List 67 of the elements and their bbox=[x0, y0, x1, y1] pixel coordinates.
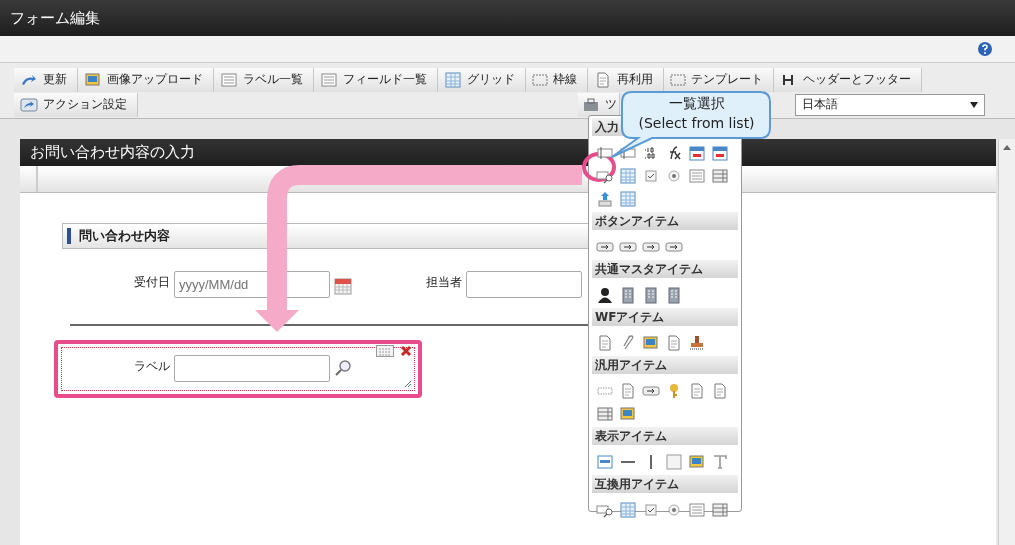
item-icon bbox=[595, 404, 614, 423]
toolbar-tab[interactable]: ラベル一覧 bbox=[214, 67, 314, 92]
input-field[interactable] bbox=[174, 355, 330, 382]
palette-group-title: WFアイテム bbox=[595, 308, 665, 326]
tool-icon bbox=[84, 70, 102, 89]
item-icon bbox=[668, 382, 679, 399]
toolbar-tab[interactable]: 画像アップロード bbox=[78, 67, 214, 92]
toolbar-tab[interactable]: ツ bbox=[578, 92, 620, 117]
toolbar-tab[interactable]: フィールド一覧 bbox=[314, 67, 438, 92]
help-icon[interactable] bbox=[977, 41, 993, 57]
item-icon bbox=[595, 189, 614, 208]
scrollbar[interactable] bbox=[998, 139, 1015, 545]
item-icon bbox=[618, 166, 637, 185]
scroll-up-icon[interactable] bbox=[1003, 145, 1011, 150]
toolbar-tab[interactable]: 再利用 bbox=[588, 67, 664, 92]
item-icon bbox=[641, 333, 660, 352]
toolbar-tab[interactable]: グリッド bbox=[438, 67, 526, 92]
item-icon bbox=[595, 452, 614, 471]
item-icon bbox=[710, 143, 729, 162]
palette-group-title: 互換用アイテム bbox=[595, 475, 679, 493]
callout-subtitle: (Select from list) bbox=[638, 113, 755, 133]
item-icon bbox=[687, 333, 706, 352]
callout-title: 一覧選択 bbox=[668, 94, 725, 113]
field-label: 担当者 bbox=[425, 274, 462, 291]
item-icon bbox=[618, 189, 637, 208]
palette-group-title: 入力 bbox=[595, 118, 619, 136]
toolbar-tab[interactable]: 更新 bbox=[14, 67, 78, 92]
field-label: 受付日 bbox=[133, 274, 170, 291]
item-icon bbox=[710, 166, 729, 185]
close-icon[interactable] bbox=[400, 345, 412, 357]
tool-icon bbox=[582, 95, 600, 114]
window-title: フォーム編集 bbox=[10, 8, 100, 28]
search-icon[interactable] bbox=[334, 359, 352, 377]
input-field[interactable] bbox=[466, 271, 582, 298]
item-icon bbox=[687, 166, 706, 185]
resize-grip-icon[interactable] bbox=[404, 380, 412, 388]
tool-icon bbox=[220, 70, 238, 89]
palette-group-title: ボタンアイテム bbox=[595, 212, 679, 230]
toolbar-tab[interactable]: アクション設定 bbox=[14, 92, 138, 117]
item-icon bbox=[595, 285, 614, 304]
item-icon bbox=[618, 500, 637, 519]
item-icon bbox=[687, 143, 706, 162]
item-icon bbox=[620, 459, 635, 464]
item-icon bbox=[710, 500, 729, 519]
tool-icon bbox=[532, 73, 548, 86]
form-title: お問い合わせ内容の入力 bbox=[30, 143, 195, 162]
item-icon bbox=[648, 454, 653, 469]
item-icon bbox=[664, 452, 683, 471]
calendar-icon[interactable] bbox=[334, 277, 352, 295]
palette-group-title: 表示アイテム bbox=[595, 427, 667, 445]
tool-icon bbox=[320, 70, 338, 89]
section-title: 問い合わせ内容 bbox=[79, 227, 170, 245]
toolbar-tab[interactable]: ヘッダーとフッター bbox=[774, 67, 922, 92]
toolbar-tab[interactable]: テンプレート bbox=[664, 67, 774, 92]
field-label: ラベル bbox=[133, 358, 170, 375]
caret-icon bbox=[970, 101, 978, 108]
tool-icon bbox=[444, 70, 462, 89]
item-icon bbox=[618, 404, 637, 423]
palette-group-title: 共通マスタアイテム bbox=[595, 260, 703, 278]
tool-icon bbox=[594, 70, 612, 89]
palette-group-title: 汎用アイテム bbox=[595, 356, 667, 374]
tool-icon bbox=[20, 95, 38, 114]
item-icon bbox=[687, 452, 706, 471]
grid-icon[interactable] bbox=[376, 345, 394, 357]
language-dropdown[interactable]: 日本語 bbox=[795, 93, 985, 116]
toolbar-tab[interactable]: 枠線 bbox=[526, 67, 588, 92]
tool-icon bbox=[670, 73, 686, 86]
